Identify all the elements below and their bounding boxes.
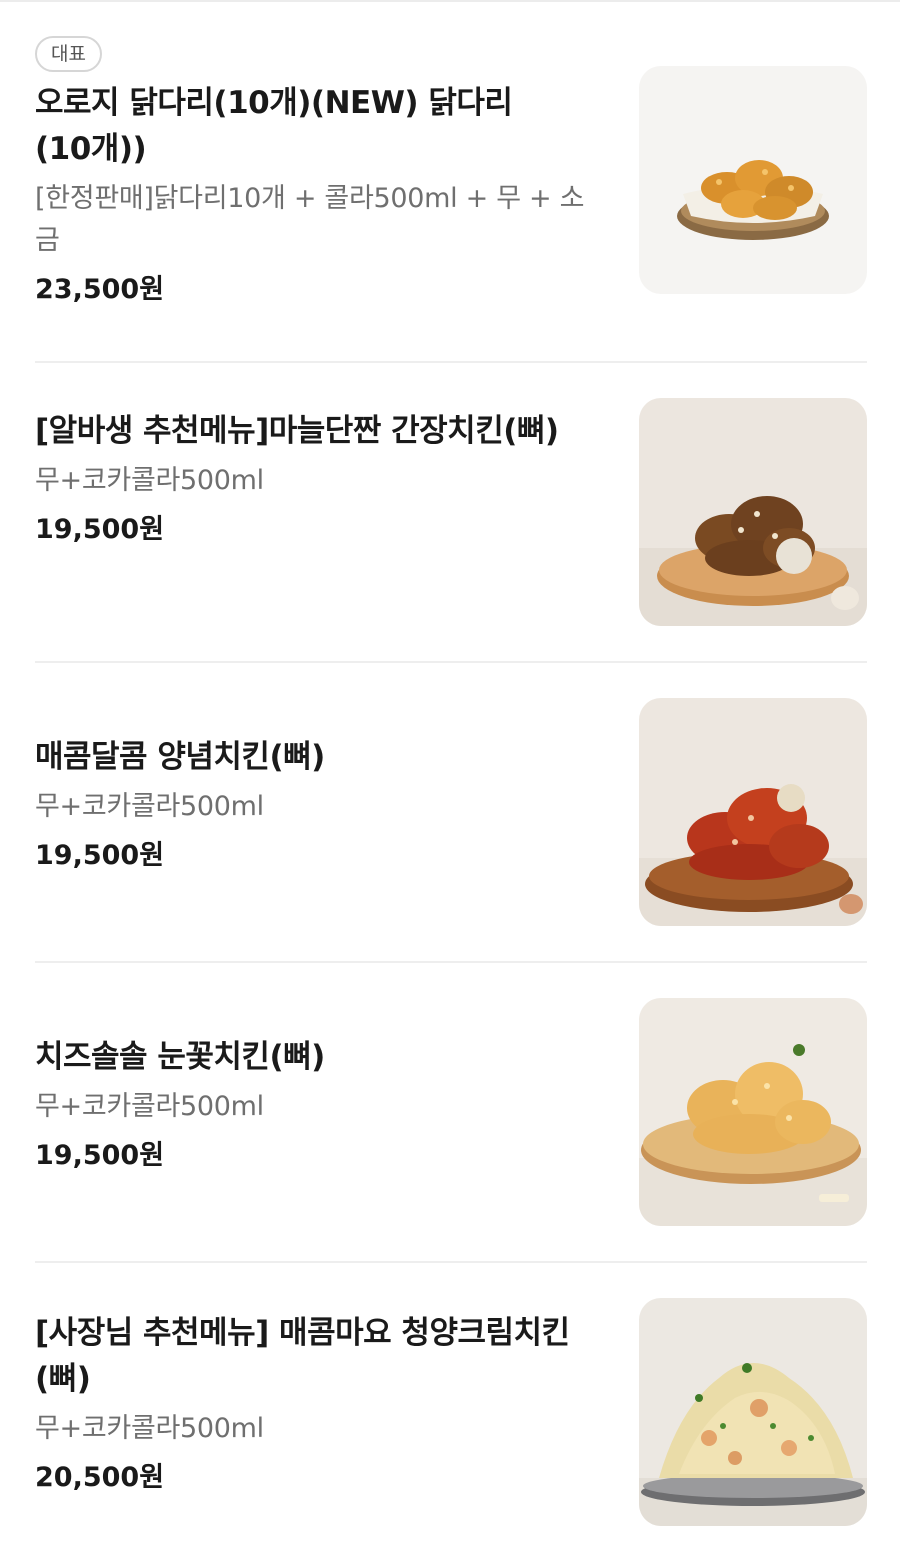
representative-badge: 대표 — [35, 36, 102, 72]
menu-item-name: 매콤달콤 양념치킨(뼈) — [35, 739, 325, 775]
menu-item-description: 무+코카콜라500ml — [35, 1413, 264, 1444]
menu-item[interactable]: 매콤달콤 양념치킨(뼈) 무+코카콜라500ml 19,500원 — [35, 698, 867, 926]
cheese-snow-chicken-photo — [639, 998, 867, 1226]
menu-item-price: 20,500원 — [35, 1462, 165, 1493]
seasoned-spicy-chicken-photo — [639, 698, 867, 926]
menu-item-price: 19,500원 — [35, 1140, 165, 1171]
menu-item-image[interactable] — [639, 998, 867, 1226]
menu-item-info: 매콤달콤 양념치킨(뼈) 무+코카콜라500ml 19,500원 — [35, 734, 595, 876]
spicy-mayo-cream-chicken-photo — [639, 1298, 867, 1526]
menu-divider — [35, 961, 867, 963]
menu-item-name: 치즈솔솔 눈꽃치킨(뼈) — [35, 1039, 325, 1075]
menu-item[interactable]: 치즈솔솔 눈꽃치킨(뼈) 무+코카콜라500ml 19,500원 — [35, 998, 867, 1226]
menu-item-description: 무+코카콜라500ml — [35, 1091, 264, 1122]
menu-item[interactable]: [알바생 추천메뉴]마늘단짠 간장치킨(뼈) 무+코카콜라500ml 19,50… — [35, 398, 867, 638]
menu-item-info: 치즈솔솔 눈꽃치킨(뼈) 무+코카콜라500ml 19,500원 — [35, 1034, 595, 1176]
menu-item-price: 19,500원 — [35, 514, 165, 545]
menu-item-description: 무+코카콜라500ml — [35, 791, 264, 822]
menu-item-description: 무+코카콜라500ml — [35, 465, 264, 496]
menu-item-info: [사장님 추천메뉴] 매콤마요 청양크림치킨(뼈) 무+코카콜라500ml 20… — [35, 1310, 595, 1498]
garlic-soy-chicken-photo — [639, 398, 867, 626]
menu-item-image[interactable] — [639, 698, 867, 926]
menu-item-info: 대표 오로지 닭다리(10개)(NEW) 닭다리(10개)) [한정판매]닭다리… — [35, 36, 595, 310]
menu-item-price: 19,500원 — [35, 840, 165, 871]
menu-item-image[interactable] — [639, 1298, 867, 1526]
menu-item-image[interactable] — [639, 66, 867, 294]
menu-item-name: 오로지 닭다리(10개)(NEW) 닭다리(10개)) — [35, 85, 513, 167]
menu-item-info: [알바생 추천메뉴]마늘단짠 간장치킨(뼈) 무+코카콜라500ml 19,50… — [35, 408, 595, 550]
menu-item[interactable]: [사장님 추천메뉴] 매콤마요 청양크림치킨(뼈) 무+코카콜라500ml 20… — [35, 1298, 867, 1526]
menu-item-description: [한정판매]닭다리10개 + 콜라500ml + 무 + 소금 — [35, 183, 585, 256]
menu-divider — [35, 661, 867, 663]
menu-item-image[interactable] — [639, 398, 867, 626]
menu-item-price: 23,500원 — [35, 274, 165, 305]
menu-item[interactable]: 대표 오로지 닭다리(10개)(NEW) 닭다리(10개)) [한정판매]닭다리… — [35, 36, 867, 326]
menu-divider — [35, 1261, 867, 1263]
top-divider — [0, 0, 900, 2]
fried-drumsticks-basket-photo — [639, 66, 867, 294]
menu-item-name: [사장님 추천메뉴] 매콤마요 청양크림치킨(뼈) — [35, 1315, 570, 1397]
menu-divider — [35, 361, 867, 363]
menu-item-name: [알바생 추천메뉴]마늘단짠 간장치킨(뼈) — [35, 413, 559, 449]
